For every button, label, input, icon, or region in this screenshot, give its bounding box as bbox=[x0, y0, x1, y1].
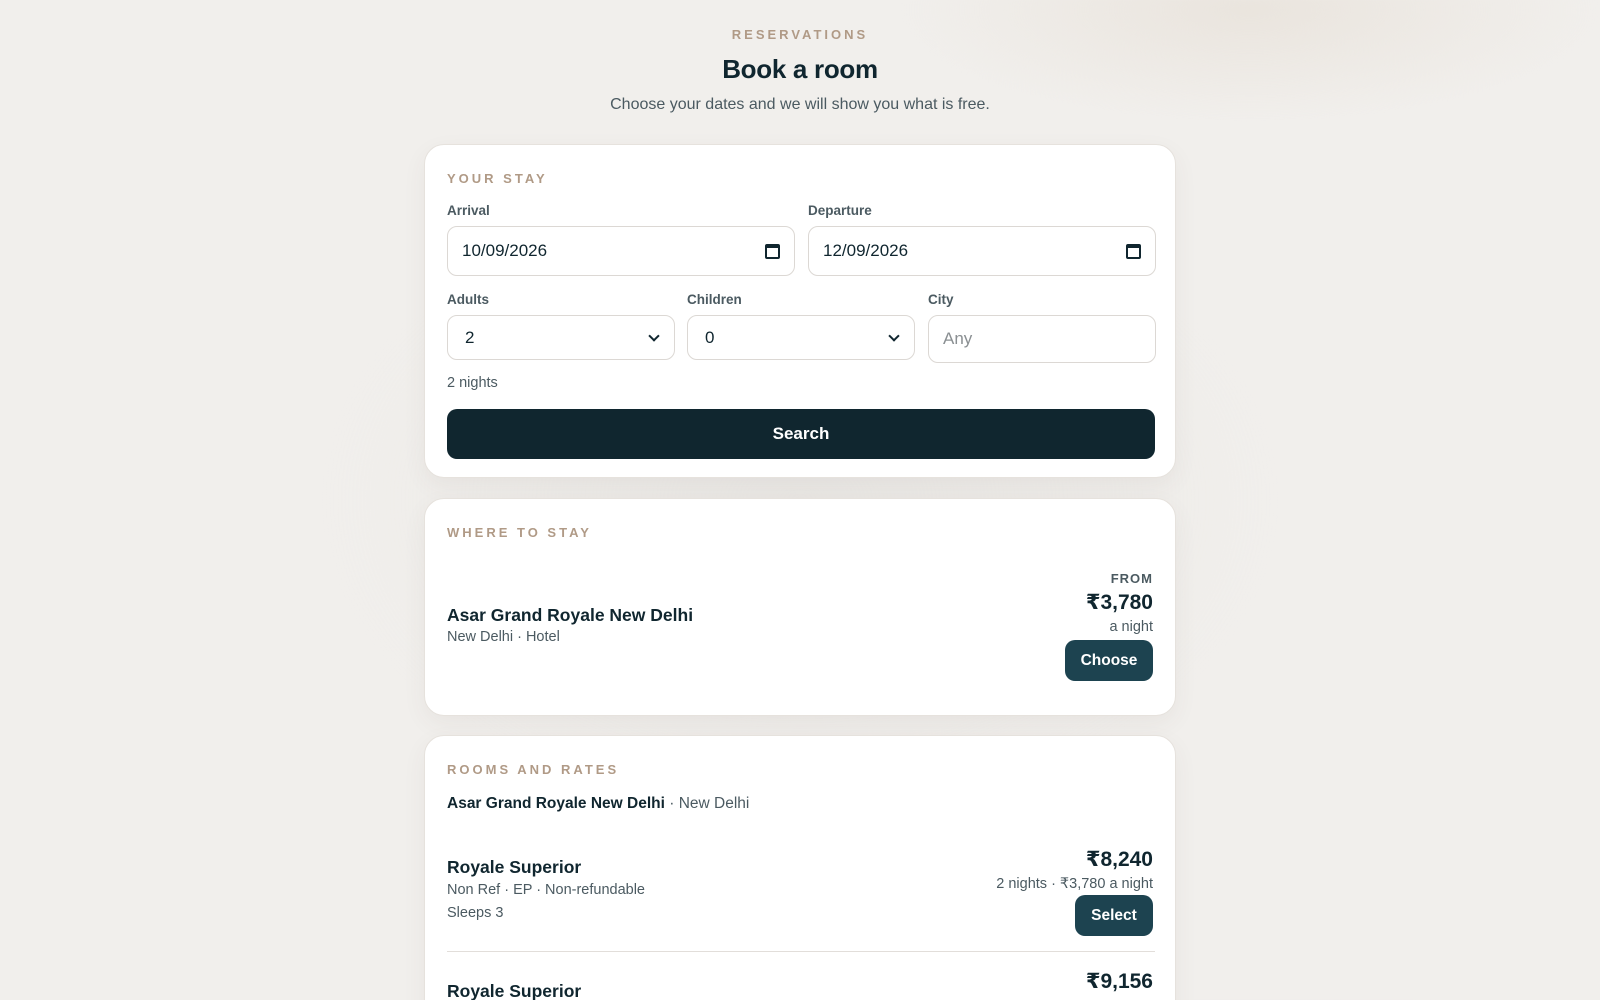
adults-label: Adults bbox=[447, 292, 489, 307]
select-room-button[interactable]: Select bbox=[1075, 895, 1153, 936]
your-stay-heading: YOUR STAY bbox=[447, 171, 548, 186]
search-button[interactable]: Search bbox=[447, 409, 1155, 459]
rooms-and-rates-heading: ROOMS AND RATES bbox=[447, 762, 620, 777]
city-label: City bbox=[928, 292, 954, 307]
arrival-date-value: 10/09/2026 bbox=[462, 241, 548, 260]
calendar-icon[interactable] bbox=[1126, 243, 1141, 259]
page-subtitle: Choose your dates and we will show you w… bbox=[610, 96, 990, 113]
rooms-hotel-city: · New Delhi bbox=[664, 795, 750, 812]
where-to-stay-heading: WHERE TO STAY bbox=[447, 525, 592, 540]
hotel-meta: New Delhi · Hotel bbox=[447, 629, 560, 645]
departure-date-input[interactable]: 12/09/2026 bbox=[808, 226, 1156, 276]
from-per-night: a night bbox=[1109, 619, 1153, 635]
from-label: FROM bbox=[1110, 571, 1153, 586]
children-select[interactable]: 0 bbox=[687, 315, 915, 360]
room-name: Royale Superior bbox=[447, 981, 582, 1000]
page-title: Book a room bbox=[722, 54, 878, 84]
from-price: ₹3,780 bbox=[1085, 591, 1153, 614]
adults-value: 2 bbox=[465, 327, 475, 347]
city-input[interactable]: Any bbox=[928, 315, 1156, 363]
choose-button[interactable]: Choose bbox=[1065, 640, 1153, 681]
your-stay-card: YOUR STAY Arrival 10/09/2026 Departure 1… bbox=[424, 144, 1176, 478]
arrival-date-input[interactable]: 10/09/2026 bbox=[447, 226, 795, 276]
page-eyebrow: RESERVATIONS bbox=[731, 27, 869, 42]
children-label: Children bbox=[687, 292, 742, 307]
calendar-icon[interactable] bbox=[765, 243, 780, 259]
city-placeholder: Any bbox=[943, 329, 973, 348]
room-name: Royale Superior bbox=[447, 857, 582, 877]
arrival-label: Arrival bbox=[447, 203, 490, 218]
chevron-down-icon bbox=[648, 329, 660, 342]
room-total-price: ₹8,240 bbox=[1085, 848, 1153, 871]
row-divider bbox=[447, 951, 1155, 952]
chevron-down-icon bbox=[888, 329, 900, 342]
departure-label: Departure bbox=[808, 203, 872, 218]
rooms-and-rates-card: ROOMS AND RATES Asar Grand Royale New De… bbox=[424, 735, 1176, 1000]
nights-count: 2 nights bbox=[447, 375, 498, 391]
room-rate-details: Non Ref · EP · Non-refundable bbox=[447, 882, 646, 898]
rooms-hotel-line: Asar Grand Royale New Delhi · New Delhi bbox=[447, 795, 749, 813]
children-value: 0 bbox=[705, 327, 715, 347]
adults-select[interactable]: 2 bbox=[447, 315, 675, 360]
price-from-block: FROM ₹3,780 a night bbox=[1086, 571, 1153, 635]
rooms-hotel-name: Asar Grand Royale New Delhi bbox=[447, 795, 665, 812]
departure-date-value: 12/09/2026 bbox=[823, 241, 909, 260]
where-to-stay-card: WHERE TO STAY Asar Grand Royale New Delh… bbox=[424, 498, 1176, 716]
hotel-name: Asar Grand Royale New Delhi bbox=[447, 605, 694, 625]
room-price-breakdown: 2 nights · ₹3,780 a night bbox=[996, 876, 1153, 892]
room-total-price: ₹9,156 bbox=[1085, 970, 1153, 993]
room-sleeps: Sleeps 3 bbox=[447, 905, 504, 921]
